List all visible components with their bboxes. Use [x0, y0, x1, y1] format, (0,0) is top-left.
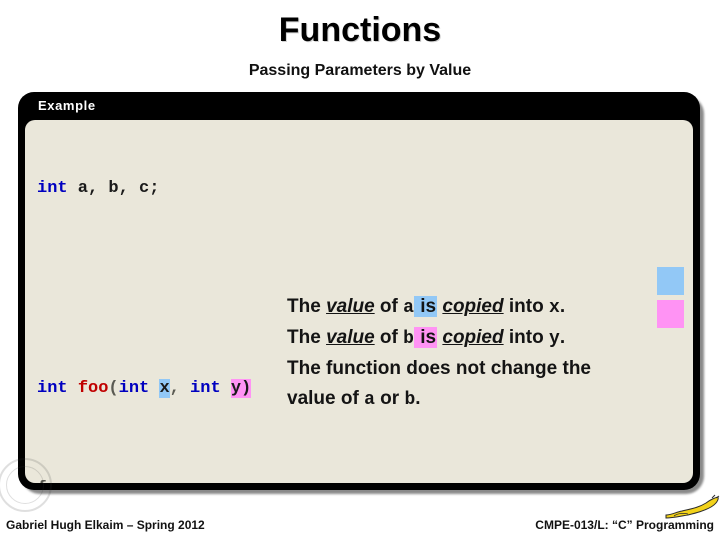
banana-slug-mascot-icon [665, 494, 720, 519]
var-a: a [364, 390, 375, 410]
code-keyword-int: int [190, 379, 221, 398]
emphasis-copied: copied [442, 296, 504, 317]
text-into: into [503, 327, 549, 348]
code-keyword-int: int [37, 179, 68, 198]
text-the: The [287, 296, 327, 317]
code-paren-open: ( [108, 379, 119, 398]
code-keyword-int: int [37, 379, 68, 398]
emphasis-value: value [326, 296, 375, 317]
explanation-line-3: The function does not change the [287, 358, 591, 379]
var-y: y [549, 329, 560, 349]
explanation-line-1: The value of a is copied into x. [287, 292, 677, 323]
university-seal-watermark [0, 458, 52, 512]
text-of: of [374, 296, 404, 317]
text-period: . [559, 296, 566, 317]
panel-body: int a, b, c; int foo(int x, int y) { x =… [25, 120, 693, 483]
var-b: b [403, 329, 414, 349]
text-or: or [374, 388, 405, 409]
footer-author: Gabriel Hugh Elkaim – Spring 2012 [6, 518, 205, 532]
text-into: into [503, 296, 549, 317]
code-line-1: int a, b, c; [37, 176, 337, 201]
code-param-y-highlight: y) [230, 379, 252, 398]
legend-swatch-blue [657, 267, 684, 295]
example-panel: Example int a, b, c; int foo(int x, int … [18, 92, 700, 490]
highlight-is-pink: is [413, 327, 438, 348]
code-keyword-int: int [118, 379, 150, 398]
explanation-block: The value of a is copied into x. The val… [287, 292, 677, 415]
code-param-x-highlight: x [159, 379, 170, 398]
code-comma: , [169, 379, 191, 398]
text-period: . [559, 327, 566, 348]
panel-header-label: Example [38, 98, 96, 113]
var-x: x [549, 298, 560, 318]
page-title: Functions [278, 11, 442, 49]
emphasis-copied: copied [442, 327, 504, 348]
text-of: of [374, 327, 404, 348]
text-period: . [415, 388, 421, 409]
code-decl-vars: a, b, c; [67, 179, 160, 198]
emphasis-value: value [326, 327, 375, 348]
var-a: a [403, 298, 414, 318]
text-the: The [287, 327, 327, 348]
footer-course: CMPE-013/L: “C” Programming [535, 518, 714, 532]
page-subtitle: Passing Parameters by Value [248, 62, 472, 79]
explanation-line-4: value of a or b. [287, 384, 677, 415]
var-b: b [404, 390, 416, 410]
code-function-foo: foo [77, 379, 109, 398]
explanation-line-2: The value of b is copied into y. [287, 323, 677, 354]
legend-swatch-pink [657, 300, 684, 328]
highlight-is-blue: is [413, 296, 438, 317]
text-value-of: value of [287, 388, 365, 409]
code-line-4: { [37, 476, 337, 483]
